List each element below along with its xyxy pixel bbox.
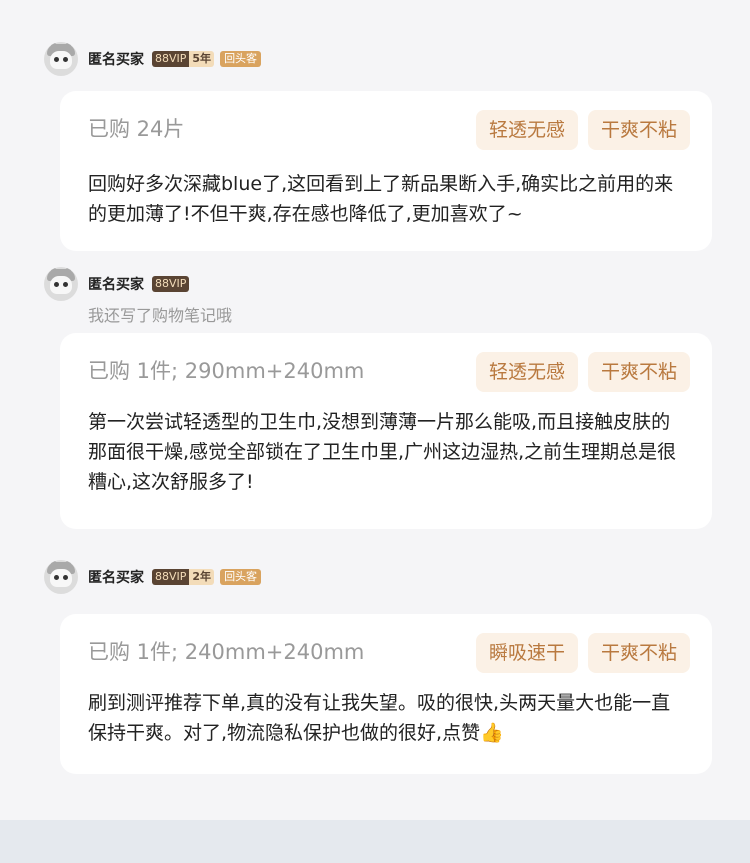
- review-card[interactable]: 已购 1件; 240mm+240mm 瞬吸速干 干爽不粘 刷到测评推荐下单,真的…: [60, 614, 712, 774]
- review-tag[interactable]: 干爽不粘: [587, 633, 690, 673]
- review-text: 回购好多次深藏blue了,这回看到上了新品果断入手,确实比之前用的来的更加薄了!…: [88, 173, 674, 225]
- shopping-note-link[interactable]: 我还写了购物笔记哦: [88, 302, 232, 326]
- review-card[interactable]: 已购 1件; 290mm+240mm 轻透无感 干爽不粘 第一次尝试轻透型的卫生…: [60, 333, 712, 529]
- vip-badge: 88VIP 2年: [152, 569, 215, 585]
- username: 匿名买家: [88, 277, 144, 293]
- review-tags: 轻透无感 干爽不粘: [475, 352, 690, 392]
- vip-badge: 88VIP 5年: [152, 51, 215, 67]
- review-tag[interactable]: 轻透无感: [475, 352, 578, 392]
- bottom-bar: [0, 820, 750, 863]
- repeat-buyer-badge: 回头客: [220, 51, 262, 67]
- review-header: 匿名买家 88VIP 5年 回头客: [44, 41, 262, 77]
- username: 匿名买家: [88, 52, 144, 68]
- purchase-info: 已购 1件; 290mm+240mm: [88, 359, 365, 383]
- review-tag[interactable]: 干爽不粘: [587, 110, 690, 150]
- review-header: 匿名买家 88VIP: [44, 266, 195, 302]
- review-text: 第一次尝试轻透型的卫生巾,没想到薄薄一片那么能吸,而且接触皮肤的那面很干燥,感觉…: [88, 411, 677, 493]
- review-tags: 瞬吸速干 干爽不粘: [475, 633, 690, 673]
- purchase-info: 已购 24片: [88, 117, 185, 141]
- avatar[interactable]: [44, 42, 78, 76]
- review-card[interactable]: 已购 24片 轻透无感 干爽不粘 回购好多次深藏blue了,这回看到上了新品果断…: [60, 91, 712, 251]
- avatar[interactable]: [44, 267, 78, 301]
- review-tags: 轻透无感 干爽不粘: [475, 110, 690, 150]
- avatar[interactable]: [44, 560, 78, 594]
- repeat-buyer-badge: 回头客: [220, 569, 262, 585]
- purchase-info: 已购 1件; 240mm+240mm: [88, 640, 365, 664]
- review-tag[interactable]: 瞬吸速干: [475, 633, 578, 673]
- review-tag[interactable]: 干爽不粘: [587, 352, 690, 392]
- username: 匿名买家: [88, 570, 144, 586]
- vip-badge: 88VIP: [152, 276, 190, 292]
- review-text: 刷到测评推荐下单,真的没有让我失望。吸的很快,头两天量大也能一直保持干爽。对了,…: [88, 692, 671, 744]
- review-tag[interactable]: 轻透无感: [475, 110, 578, 150]
- review-header: 匿名买家 88VIP 2年 回头客: [44, 559, 262, 595]
